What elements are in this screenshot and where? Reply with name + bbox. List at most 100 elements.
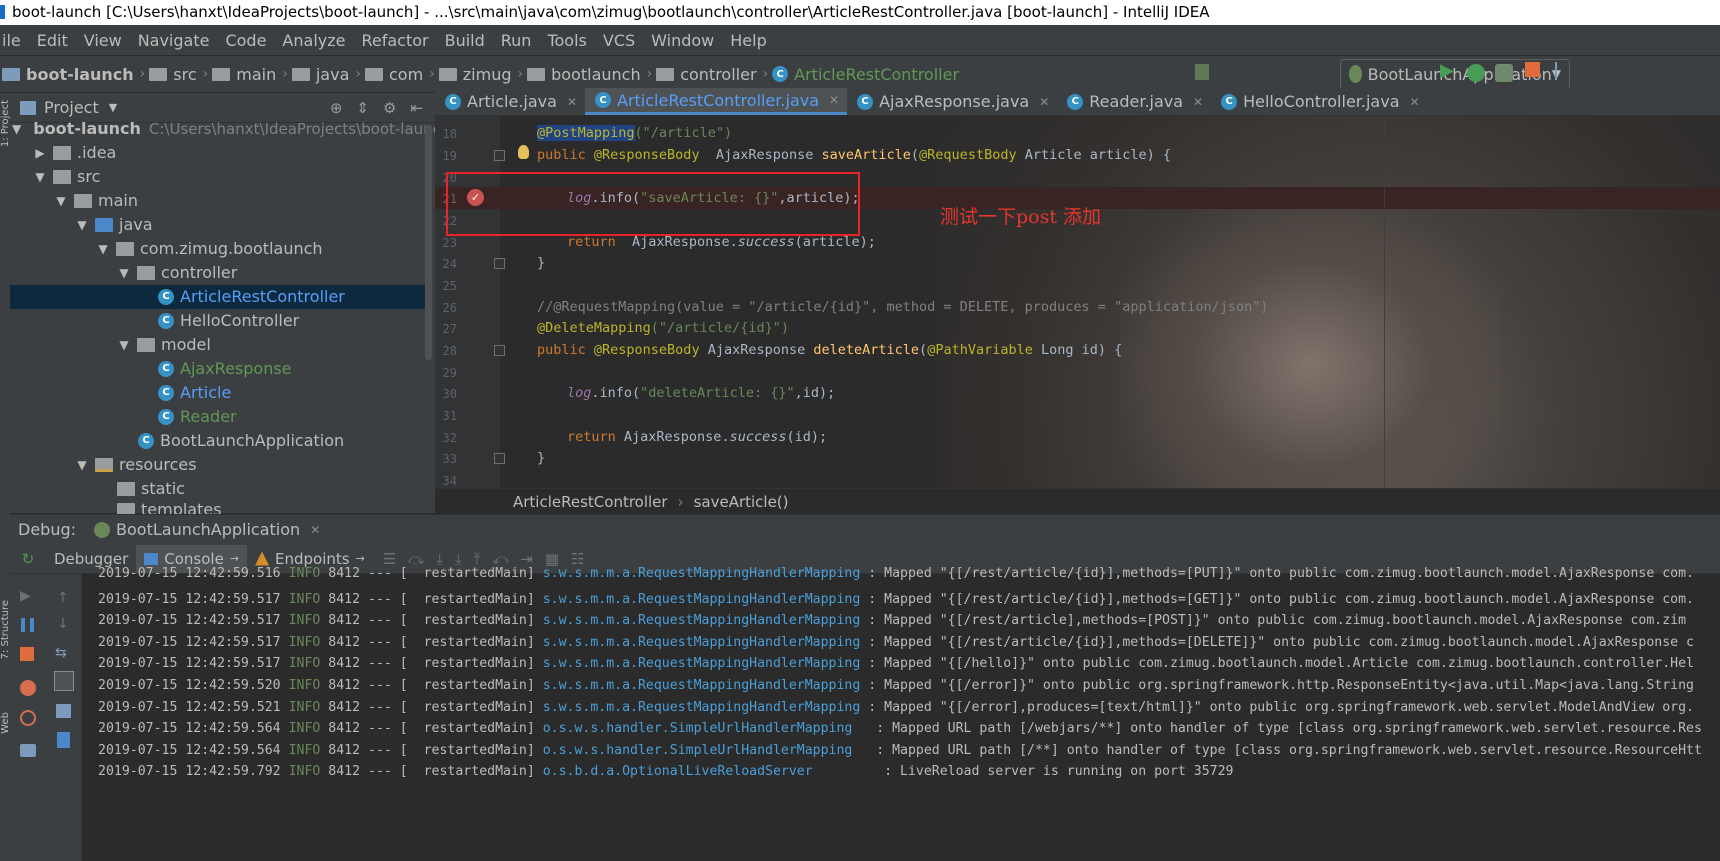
chevron-right-icon: › (762, 66, 769, 82)
chevron-down-icon[interactable]: ▼ (109, 101, 117, 114)
breadcrumb-com[interactable]: com (364, 65, 423, 84)
drop-frame-icon[interactable]: ⤺ (492, 550, 508, 568)
down-arrow-icon[interactable]: ↓ (57, 616, 69, 632)
breadcrumb-src[interactable]: src (149, 65, 197, 84)
folder-icon (117, 503, 135, 514)
close-icon[interactable]: ✕ (1410, 95, 1420, 109)
breadcrumb-project[interactable]: boot-launch (2, 65, 134, 84)
project-scrollbar[interactable] (425, 125, 432, 360)
breadcrumb-java[interactable]: java (291, 65, 349, 84)
breadcrumb-bootlaunch[interactable]: bootlaunch (527, 65, 641, 84)
menu-refactor[interactable]: Refactor (353, 31, 436, 50)
menu-tools[interactable]: Tools (539, 31, 594, 50)
menu-navigate[interactable]: Navigate (130, 31, 218, 50)
hide-panel-icon[interactable]: ⇤ (410, 99, 423, 117)
tree-item-project-root[interactable]: ▼ boot-launch C:\Users\hanxt\IdeaProjects\… (12, 117, 450, 141)
tab-article-java[interactable]: C Article.java ✕ (435, 88, 585, 115)
run-to-cursor-icon[interactable]: ⇥ (520, 550, 533, 568)
force-step-into-icon[interactable]: ⤓ (455, 550, 462, 568)
line-number: 19 (442, 149, 457, 163)
console-ts: 2019-07-15 12:42:59.564 (98, 721, 281, 737)
run-icon[interactable]: ▶ (1440, 60, 1454, 81)
project-view-select[interactable]: Project (44, 98, 99, 117)
breadcrumb-class[interactable]: C ArticleRestController (772, 65, 959, 84)
stop-icon[interactable] (20, 647, 34, 661)
show-execution-point-icon[interactable]: ☰ (383, 550, 396, 568)
view-breakpoints-icon[interactable] (20, 680, 36, 696)
breadcrumb-controller[interactable]: controller (656, 65, 757, 84)
editor-breadcrumb: ArticleRestController › saveArticle() (435, 488, 1720, 514)
close-icon[interactable]: ✕ (310, 523, 320, 537)
collapse-all-icon[interactable]: ⇕ (356, 99, 369, 117)
scroll-to-end-icon[interactable] (54, 671, 74, 691)
clear-all-icon[interactable] (57, 732, 70, 748)
folder-icon (74, 194, 92, 208)
close-icon[interactable]: ✕ (1039, 95, 1049, 109)
menu-edit[interactable]: Edit (29, 31, 76, 50)
editor-breadcrumb-method[interactable]: saveArticle() (694, 493, 789, 511)
soft-wrap-icon[interactable]: ⇆ (55, 645, 67, 661)
project-view-icon (20, 100, 36, 115)
class-icon: C (772, 66, 789, 82)
evaluate-icon[interactable]: ▦ (545, 550, 559, 568)
editor-breadcrumb-class[interactable]: ArticleRestController (513, 493, 668, 511)
tab-hello-controller-java[interactable]: C HelloController.java ✕ (1211, 88, 1427, 115)
expanded-arrow-icon: ▼ (35, 170, 45, 184)
menu-file[interactable]: ile (0, 31, 29, 50)
resume-icon[interactable]: ▶ (20, 588, 31, 604)
console-thread: restartedMain] (415, 656, 535, 672)
camera-icon[interactable] (20, 744, 36, 757)
debug-icon[interactable] (1467, 64, 1485, 82)
vcs-update-icon[interactable] (1195, 64, 1209, 80)
debug-session-tab[interactable]: BootLaunchApplication ✕ (94, 520, 320, 539)
console-thread: restartedMain] (415, 699, 535, 715)
menu-view[interactable]: View (76, 31, 130, 50)
pause-icon[interactable] (21, 618, 34, 632)
close-icon[interactable]: ✕ (1193, 95, 1203, 109)
step-into-icon[interactable]: ⤓ (436, 550, 443, 568)
console-pid: 8412 (328, 699, 361, 715)
menu-vcs[interactable]: VCS (595, 31, 643, 50)
tree-item-idea[interactable]: ▶ .idea (33, 141, 448, 165)
gear-icon[interactable]: ⚙ (383, 99, 396, 117)
tab-reader-java[interactable]: C Reader.java ✕ (1057, 88, 1211, 115)
tree-item-main[interactable]: ▼ main (54, 189, 469, 213)
close-icon[interactable]: ✕ (567, 95, 577, 109)
menu-build[interactable]: Build (437, 31, 493, 50)
console-line: 2019-07-15 12:42:59.520 INFO 8412 --- [ … (98, 678, 1694, 693)
step-out-icon[interactable]: ⤒ (474, 550, 481, 568)
fold-marker-icon[interactable] (494, 258, 505, 269)
breadcrumb-main[interactable]: main (212, 65, 276, 84)
tab-article-rest-controller-java[interactable]: C ArticleRestController.java ✕ (585, 88, 848, 115)
fold-marker-icon[interactable] (494, 345, 505, 356)
mute-breakpoints-icon[interactable] (20, 710, 36, 726)
breadcrumb-zimug[interactable]: zimug (438, 65, 512, 84)
console-lvl: INFO (288, 566, 321, 580)
tab-ajax-response-java[interactable]: C AjaxResponse.java ✕ (847, 88, 1057, 115)
fold-marker-icon[interactable] (494, 453, 505, 464)
tree-item-resources[interactable]: ▼ resources (75, 453, 490, 477)
menu-help[interactable]: Help (722, 31, 774, 50)
menu-code[interactable]: Code (217, 31, 274, 50)
menu-window[interactable]: Window (643, 31, 722, 50)
menu-run[interactable]: Run (493, 31, 540, 50)
console-thread: restartedMain] (415, 678, 535, 693)
console-msg: : Mapped "{[/rest/article/{id}],methods=… (868, 634, 1694, 650)
trace-icon[interactable]: ☷ (571, 550, 584, 568)
up-arrow-icon[interactable]: ↑ (57, 590, 69, 606)
chevron-right-icon: › (355, 66, 361, 82)
spring-boot-icon (94, 521, 111, 538)
step-over-icon[interactable]: ⤼ (408, 550, 424, 568)
locate-icon[interactable]: ⊕ (330, 99, 343, 117)
tree-item-article-rest-controller[interactable]: C ArticleRestController (10, 285, 425, 309)
fold-marker-icon[interactable] (494, 150, 505, 161)
console-pid: 8412 (328, 678, 361, 693)
stop-icon[interactable] (1525, 62, 1540, 77)
intention-bulb-icon[interactable] (518, 145, 529, 159)
rerun-icon[interactable]: ↻ (10, 550, 46, 568)
print-icon[interactable] (56, 704, 71, 718)
coverage-icon[interactable] (1495, 64, 1513, 82)
menu-analyze[interactable]: Analyze (274, 31, 353, 50)
close-icon[interactable]: ✕ (829, 93, 839, 107)
tree-item-src[interactable]: ▼ src (33, 165, 448, 189)
